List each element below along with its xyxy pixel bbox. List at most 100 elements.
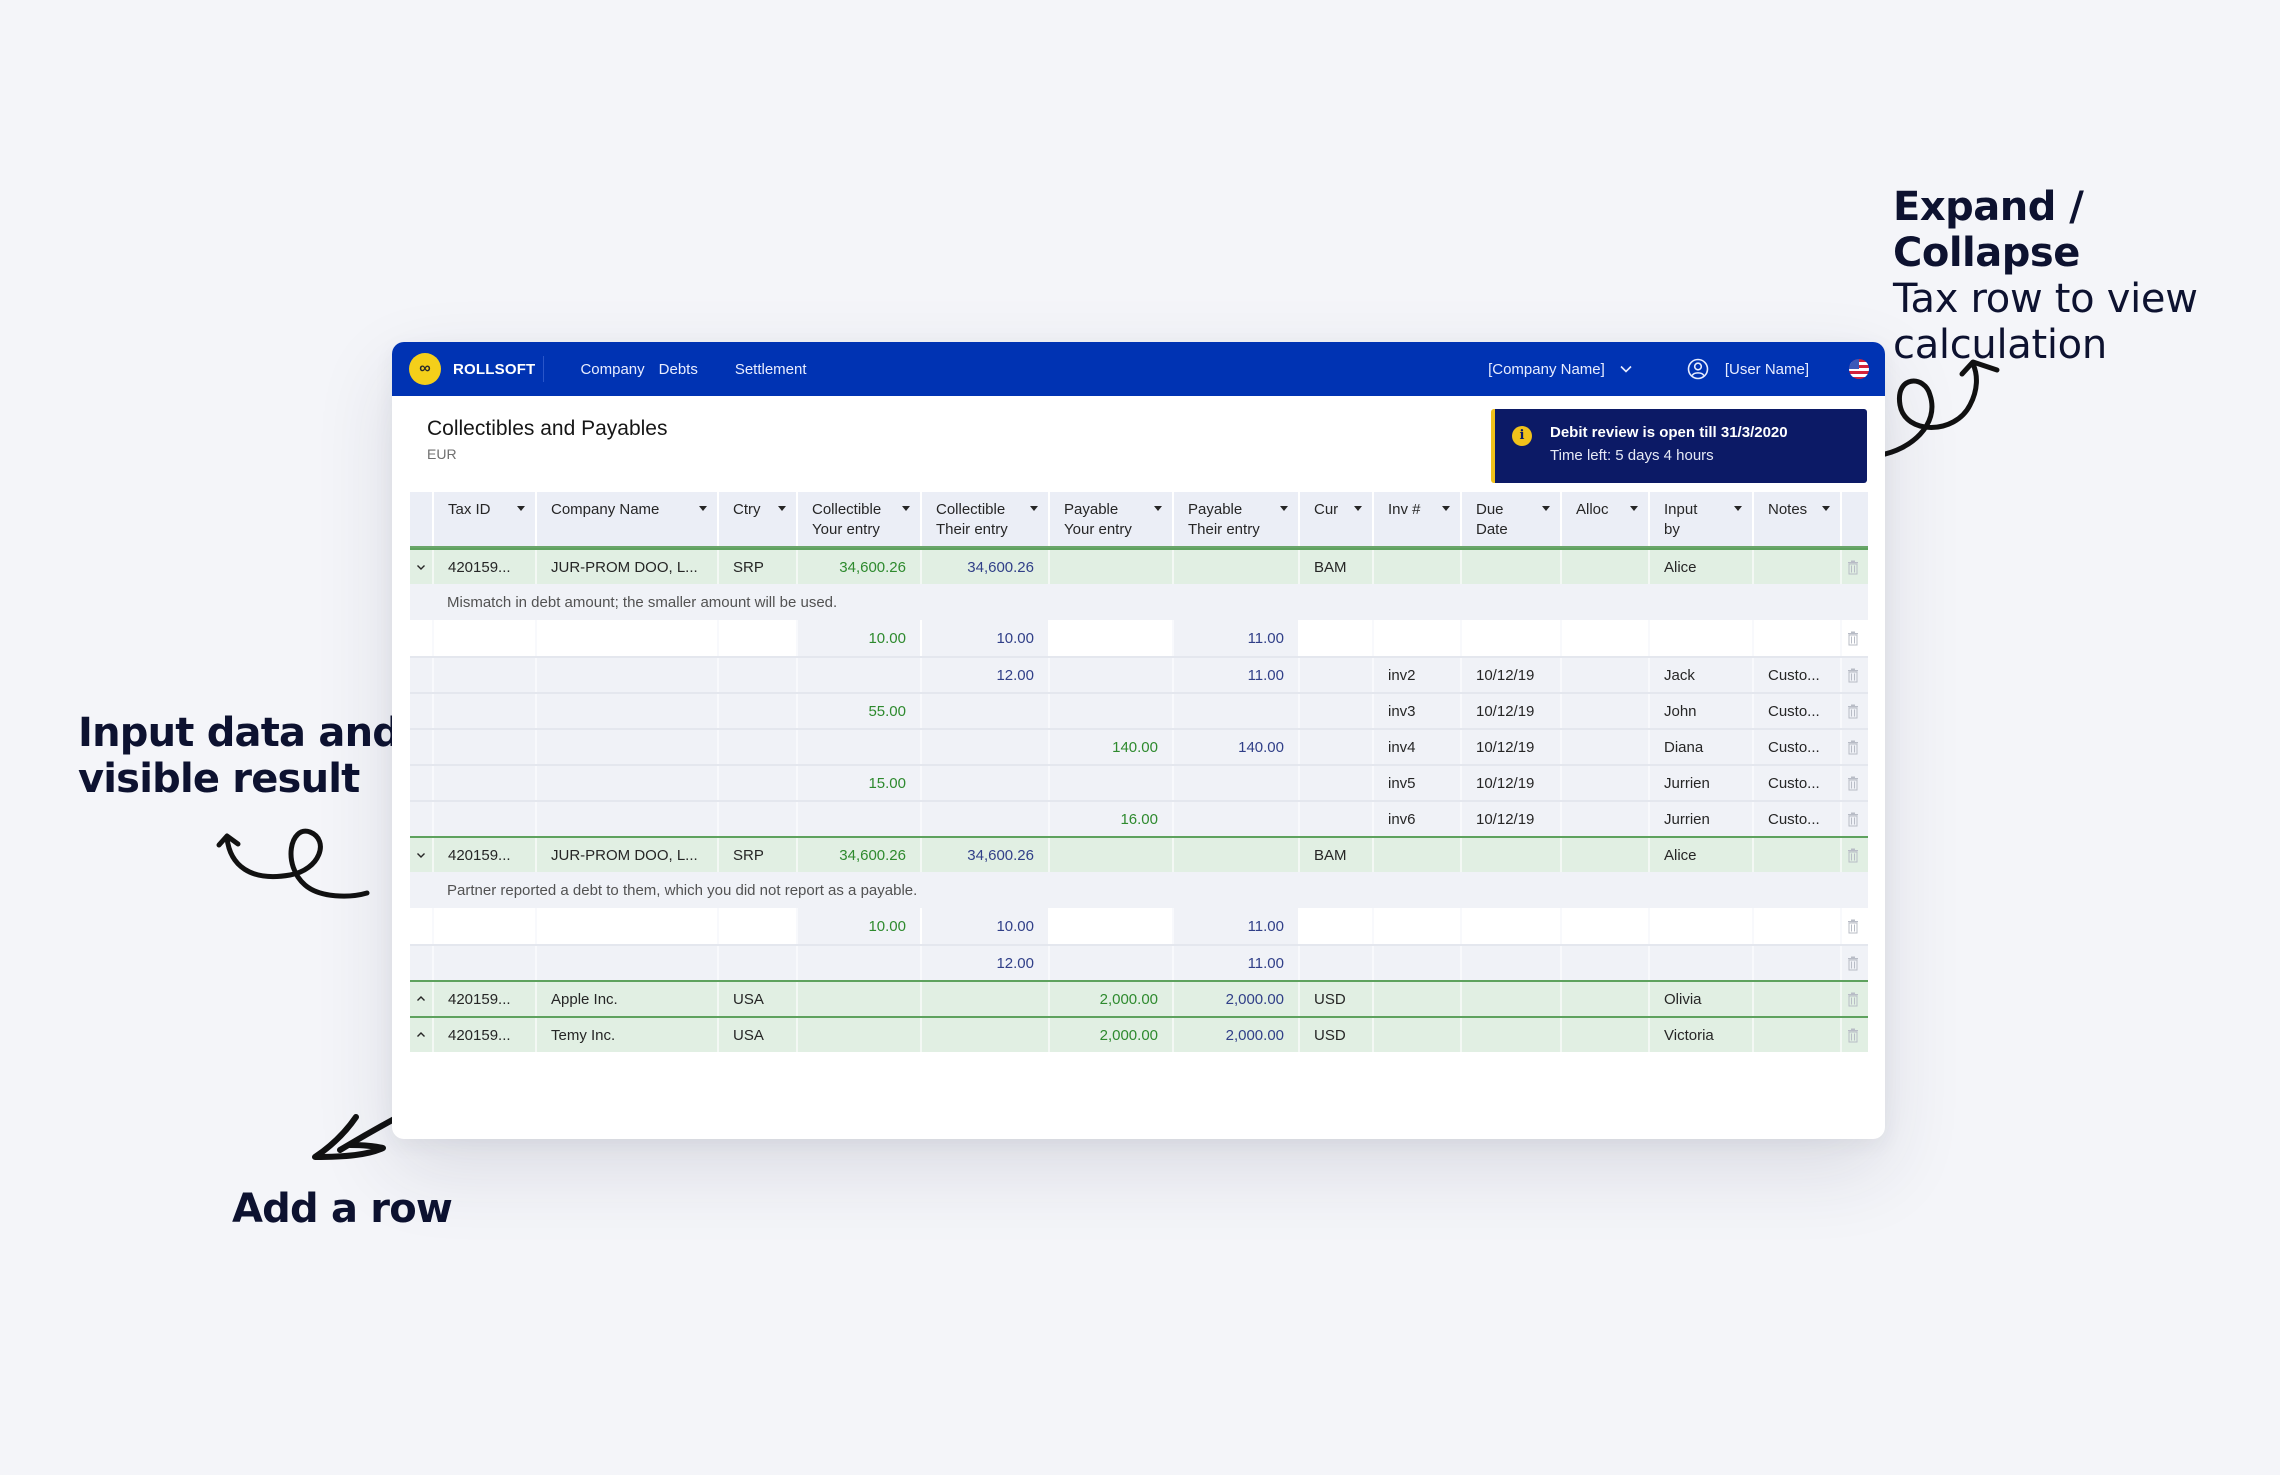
invoice-input[interactable] <box>1374 946 1462 980</box>
delete-row-button[interactable] <box>1842 1018 1864 1052</box>
currency-cell[interactable]: BAM <box>1300 838 1374 872</box>
due-date-input[interactable] <box>1462 946 1562 980</box>
invoice-input[interactable]: inv4 <box>1374 730 1462 764</box>
country-cell[interactable] <box>719 694 798 728</box>
country-cell[interactable] <box>719 730 798 764</box>
delete-row-button[interactable] <box>1842 982 1864 1016</box>
tax-id-cell[interactable] <box>434 908 537 944</box>
collapse-toggle[interactable] <box>410 550 434 584</box>
collectible-your-input[interactable] <box>798 946 922 980</box>
invoice-cell[interactable] <box>1374 1018 1462 1052</box>
country-cell[interactable]: SRP <box>719 550 798 584</box>
tax-id-cell[interactable]: 420159... <box>434 982 537 1016</box>
payable-your-cell[interactable]: 2,000.00 <box>1050 982 1174 1016</box>
sort-caret-icon[interactable] <box>1154 506 1162 511</box>
due-date-cell[interactable] <box>1462 838 1562 872</box>
currency-cell[interactable] <box>1300 694 1374 728</box>
company-name-cell[interactable] <box>537 658 719 692</box>
notes-cell[interactable] <box>1754 838 1842 872</box>
country-cell[interactable]: USA <box>719 1018 798 1052</box>
nav-settlement[interactable]: Settlement <box>735 361 807 378</box>
country-cell[interactable] <box>719 908 798 944</box>
sort-caret-icon[interactable] <box>1442 506 1450 511</box>
sort-caret-icon[interactable] <box>1354 506 1362 511</box>
header-notes[interactable]: Notes <box>1754 492 1842 546</box>
payable-your-input[interactable] <box>1050 946 1174 980</box>
invoice-cell[interactable] <box>1374 982 1462 1016</box>
due-date-input[interactable] <box>1462 908 1562 944</box>
header-collectible-your[interactable]: Collectible Your entry <box>798 492 922 546</box>
sort-caret-icon[interactable] <box>778 506 786 511</box>
currency-cell[interactable] <box>1300 658 1374 692</box>
country-cell[interactable]: SRP <box>719 838 798 872</box>
invoice-input[interactable]: inv2 <box>1374 658 1462 692</box>
alloc-cell[interactable] <box>1562 838 1650 872</box>
delete-row-button[interactable] <box>1842 730 1864 764</box>
collectible-your-cell[interactable]: 34,600.26 <box>798 838 922 872</box>
collectible-your-input[interactable]: 10.00 <box>798 620 922 656</box>
delete-row-button[interactable] <box>1842 766 1864 800</box>
country-cell[interactable] <box>719 766 798 800</box>
company-name-cell[interactable]: JUR-PROM DOO, L... <box>537 550 719 584</box>
header-company-name[interactable]: Company Name <box>537 492 719 546</box>
notes-input[interactable]: Custo... <box>1754 658 1842 692</box>
country-cell[interactable]: USA <box>719 982 798 1016</box>
currency-cell[interactable]: USD <box>1300 982 1374 1016</box>
due-date-input[interactable]: 10/12/19 <box>1462 658 1562 692</box>
country-cell[interactable] <box>719 658 798 692</box>
due-date-input[interactable]: 10/12/19 <box>1462 694 1562 728</box>
delete-row-button[interactable] <box>1842 838 1864 872</box>
currency-cell[interactable]: USD <box>1300 1018 1374 1052</box>
currency-cell[interactable]: BAM <box>1300 550 1374 584</box>
payable-your-input[interactable] <box>1050 908 1174 944</box>
notes-cell[interactable] <box>1754 982 1842 1016</box>
expand-toggle[interactable] <box>410 982 434 1016</box>
company-name-cell[interactable] <box>537 620 719 656</box>
header-payable-your[interactable]: Payable Your entry <box>1050 492 1174 546</box>
invoice-input[interactable]: inv3 <box>1374 694 1462 728</box>
payable-your-input[interactable] <box>1050 694 1174 728</box>
header-tax-id[interactable]: Tax ID <box>434 492 537 546</box>
collectible-your-cell[interactable] <box>798 1018 922 1052</box>
collectible-your-input[interactable] <box>798 802 922 836</box>
due-date-input[interactable]: 10/12/19 <box>1462 802 1562 836</box>
notes-input[interactable]: Custo... <box>1754 730 1842 764</box>
notes-input[interactable]: Custo... <box>1754 802 1842 836</box>
collectible-your-input[interactable]: 10.00 <box>798 908 922 944</box>
header-due-date[interactable]: Due Date <box>1462 492 1562 546</box>
notes-input[interactable] <box>1754 908 1842 944</box>
currency-cell[interactable] <box>1300 620 1374 656</box>
currency-cell[interactable] <box>1300 946 1374 980</box>
sort-caret-icon[interactable] <box>517 506 525 511</box>
alloc-input[interactable] <box>1562 946 1650 980</box>
sort-caret-icon[interactable] <box>1280 506 1288 511</box>
invoice-input[interactable]: inv5 <box>1374 766 1462 800</box>
sort-caret-icon[interactable] <box>1542 506 1550 511</box>
currency-cell[interactable] <box>1300 908 1374 944</box>
header-input-by[interactable]: Input by <box>1650 492 1754 546</box>
tax-id-cell[interactable]: 420159... <box>434 550 537 584</box>
delete-row-button[interactable] <box>1842 694 1864 728</box>
tax-id-cell[interactable] <box>434 766 537 800</box>
invoice-input[interactable]: inv6 <box>1374 802 1462 836</box>
nav-debts[interactable]: Debts <box>659 361 698 378</box>
payable-your-input[interactable] <box>1050 766 1174 800</box>
company-name-cell[interactable]: Temy Inc. <box>537 1018 719 1052</box>
collectible-your-cell[interactable] <box>798 982 922 1016</box>
company-select[interactable]: [Company Name] <box>1488 361 1633 378</box>
tax-id-cell[interactable] <box>434 620 537 656</box>
user-menu[interactable]: [User Name] <box>1687 358 1809 380</box>
delete-row-button[interactable] <box>1842 620 1864 656</box>
collectible-your-input[interactable]: 15.00 <box>798 766 922 800</box>
payable-your-cell[interactable]: 2,000.00 <box>1050 1018 1174 1052</box>
notes-input[interactable]: Custo... <box>1754 694 1842 728</box>
tax-id-cell[interactable] <box>434 802 537 836</box>
notes-input[interactable] <box>1754 620 1842 656</box>
company-name-cell[interactable] <box>537 730 719 764</box>
currency-cell[interactable] <box>1300 766 1374 800</box>
payable-your-input[interactable] <box>1050 658 1174 692</box>
company-name-cell[interactable]: JUR-PROM DOO, L... <box>537 838 719 872</box>
currency-cell[interactable] <box>1300 802 1374 836</box>
company-name-cell[interactable]: Apple Inc. <box>537 982 719 1016</box>
alloc-input[interactable] <box>1562 908 1650 944</box>
